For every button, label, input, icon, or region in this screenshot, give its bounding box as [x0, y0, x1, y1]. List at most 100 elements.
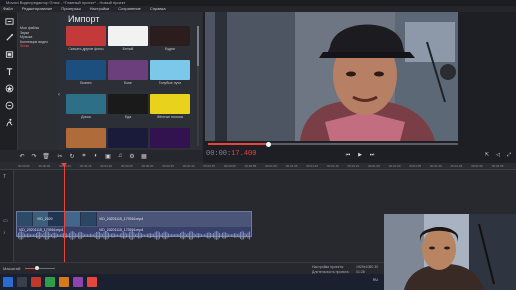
audio-icon[interactable]: ♫ — [116, 152, 124, 160]
more-tools-icon[interactable] — [3, 99, 15, 111]
background-thumbnail-label: Белый — [122, 47, 134, 51]
ruler-tick-label: 00:00:40 — [182, 164, 195, 168]
progress-knob[interactable] — [265, 141, 271, 147]
ruler-tick-label: 00:01:45 — [450, 164, 463, 168]
animation-icon[interactable] — [3, 116, 15, 128]
stabilize-icon[interactable]: ▦ — [140, 152, 148, 160]
ruler-tick-label: 00:00:15 — [79, 164, 92, 168]
background-thumbnail[interactable] — [108, 60, 148, 80]
background-thumbnail-label: Еда — [124, 115, 132, 119]
background-thumbnail[interactable] — [108, 94, 148, 114]
background-thumbnail[interactable] — [66, 94, 106, 114]
category-backgrounds[interactable]: Фоны — [18, 44, 58, 49]
app-icon-2[interactable] — [45, 277, 55, 287]
ruler-tick-label: 00:01:55 — [491, 164, 504, 168]
background-thumbnail[interactable] — [150, 60, 190, 80]
progress-fill — [208, 143, 268, 145]
start-icon[interactable] — [3, 277, 13, 287]
play-icon[interactable]: ▶ — [356, 151, 364, 158]
import-categories: Мои файлы Звуки Музыка Коллекция видео Ф… — [18, 12, 58, 150]
background-thumbnail-label: Будни — [165, 47, 175, 51]
rotate-icon[interactable]: ↻ — [68, 152, 76, 160]
background-thumbnail-label: Бизнес — [80, 81, 92, 85]
ruler-tick-label: 00:01:30 — [388, 164, 401, 168]
text-track-icon[interactable]: T — [3, 174, 6, 180]
titles-icon[interactable] — [3, 65, 15, 77]
language-indicator[interactable]: RU — [373, 278, 378, 282]
project-settings-value: 1920х1080 30 — [356, 265, 379, 269]
ruler-tick-label: 00:00:25 — [121, 164, 133, 168]
ruler-tick-label: 00:00:45 — [203, 164, 216, 168]
movavi-icon[interactable] — [87, 277, 97, 287]
background-thumbnail[interactable] — [66, 60, 106, 80]
timecode: 00:00:17.400 — [206, 150, 256, 158]
volume-icon[interactable]: ◁ — [494, 151, 502, 158]
video-track-icon[interactable]: ▭ — [3, 218, 8, 224]
fullscreen-icon[interactable]: ⤢ — [505, 151, 513, 158]
color-adjust-icon[interactable]: ◐ — [92, 152, 100, 160]
ruler-tick-label: 00:01:50 — [471, 164, 483, 168]
background-thumbnail[interactable] — [150, 26, 190, 46]
background-thumbnail-label: Боке — [124, 81, 132, 85]
filter-icon[interactable] — [3, 48, 15, 60]
clip-label-2: VID_20201115_173916.mp4 — [99, 217, 144, 221]
undo-icon[interactable]: ↶ — [18, 152, 26, 160]
ruler-tick-label: 00:00:20 — [100, 164, 113, 168]
background-thumbnail[interactable] — [150, 94, 190, 114]
delete-icon[interactable]: 🗑 — [42, 152, 50, 160]
stickers-icon[interactable] — [3, 82, 15, 94]
ruler-tick-label: 00:01:15 — [327, 164, 339, 168]
back-arrow-icon[interactable]: ‹ — [58, 92, 60, 98]
ruler-tick-label: 00:01:05 — [285, 164, 298, 168]
scale-knob[interactable] — [35, 266, 39, 270]
ruler-tick-label: 00:00:30 — [141, 164, 154, 168]
project-settings-label: Настройки проекта: — [312, 265, 344, 269]
background-thumbnail[interactable] — [108, 128, 148, 148]
prev-frame-icon[interactable]: ⏮ — [344, 151, 352, 158]
ruler-tick-label: 00:01:00 — [265, 164, 277, 168]
background-thumbnail[interactable] — [150, 128, 190, 148]
import-scrollbar[interactable] — [197, 26, 199, 146]
background-thumbnail-label: Скачать другие фоны — [68, 47, 104, 51]
crop-icon[interactable]: ⌗ — [80, 152, 88, 160]
tool-strip — [0, 12, 18, 150]
app-icon-1[interactable] — [31, 277, 41, 287]
background-thumbnail[interactable] — [66, 128, 106, 148]
redo-icon[interactable]: ↷ — [30, 152, 38, 160]
import-icon[interactable] — [3, 15, 15, 27]
ruler-tick-label: 00:01:25 — [368, 164, 380, 168]
window-title: Movavi Видеоредактор Плюс - *Главный про… — [6, 0, 126, 5]
import-panel: Импорт ‹ Скачать другие фоны Белый Будни Би… — [58, 12, 202, 150]
magic-wand-icon[interactable] — [3, 31, 15, 43]
timeline-ruler[interactable]: 00:00:00 00:00:05 00:00:10 00:00:15 00:00:20… — [0, 163, 516, 170]
ruler-tick-label: 00:00:50 — [224, 164, 236, 168]
app-icon-4[interactable] — [73, 277, 83, 287]
playhead[interactable] — [64, 163, 65, 263]
settings-icon[interactable]: ⚙ — [128, 152, 136, 160]
audio-track-icon[interactable]: ♪ — [3, 230, 6, 236]
playback-progress[interactable] — [208, 141, 458, 147]
ruler-tick-label: 00:01:40 — [430, 164, 442, 168]
scroll-thumb[interactable] — [197, 26, 199, 66]
background-thumbnail[interactable] — [66, 26, 106, 46]
waveform-path — [16, 231, 250, 240]
next-frame-icon[interactable]: ⏭ — [368, 151, 376, 158]
cut-icon[interactable]: ✂ — [56, 152, 64, 160]
video-clip[interactable]: VID_2020 VID_20201115_173916.mp4 VID_202… — [16, 211, 252, 240]
video-preview[interactable] — [205, 12, 458, 141]
export-frame-icon[interactable]: ⇱ — [483, 151, 491, 158]
ruler-tick-label: 00:01:35 — [409, 164, 422, 168]
timecode-main: 00:00: — [206, 150, 232, 158]
scale-label: Масштаб: — [3, 266, 22, 271]
background-thumbnail-label: Доска — [81, 115, 91, 119]
app-icon-3[interactable] — [59, 277, 69, 287]
edit-toolbar: ↶ ↷ 🗑 ✂ ↻ ⌗ ◐ ▣ ♫ ⚙ ▦ — [0, 150, 203, 162]
explorer-icon[interactable] — [17, 277, 27, 287]
timecode-ms: 17.400 — [231, 150, 257, 158]
clip-label-1: VID_2020 — [37, 217, 53, 221]
scale-slider[interactable] — [25, 266, 55, 270]
webcam-overlay — [384, 214, 516, 290]
track-header: T ▭ ♪ — [0, 170, 14, 262]
background-thumbnail[interactable] — [108, 26, 148, 46]
insert-icon[interactable]: ▣ — [104, 152, 112, 160]
